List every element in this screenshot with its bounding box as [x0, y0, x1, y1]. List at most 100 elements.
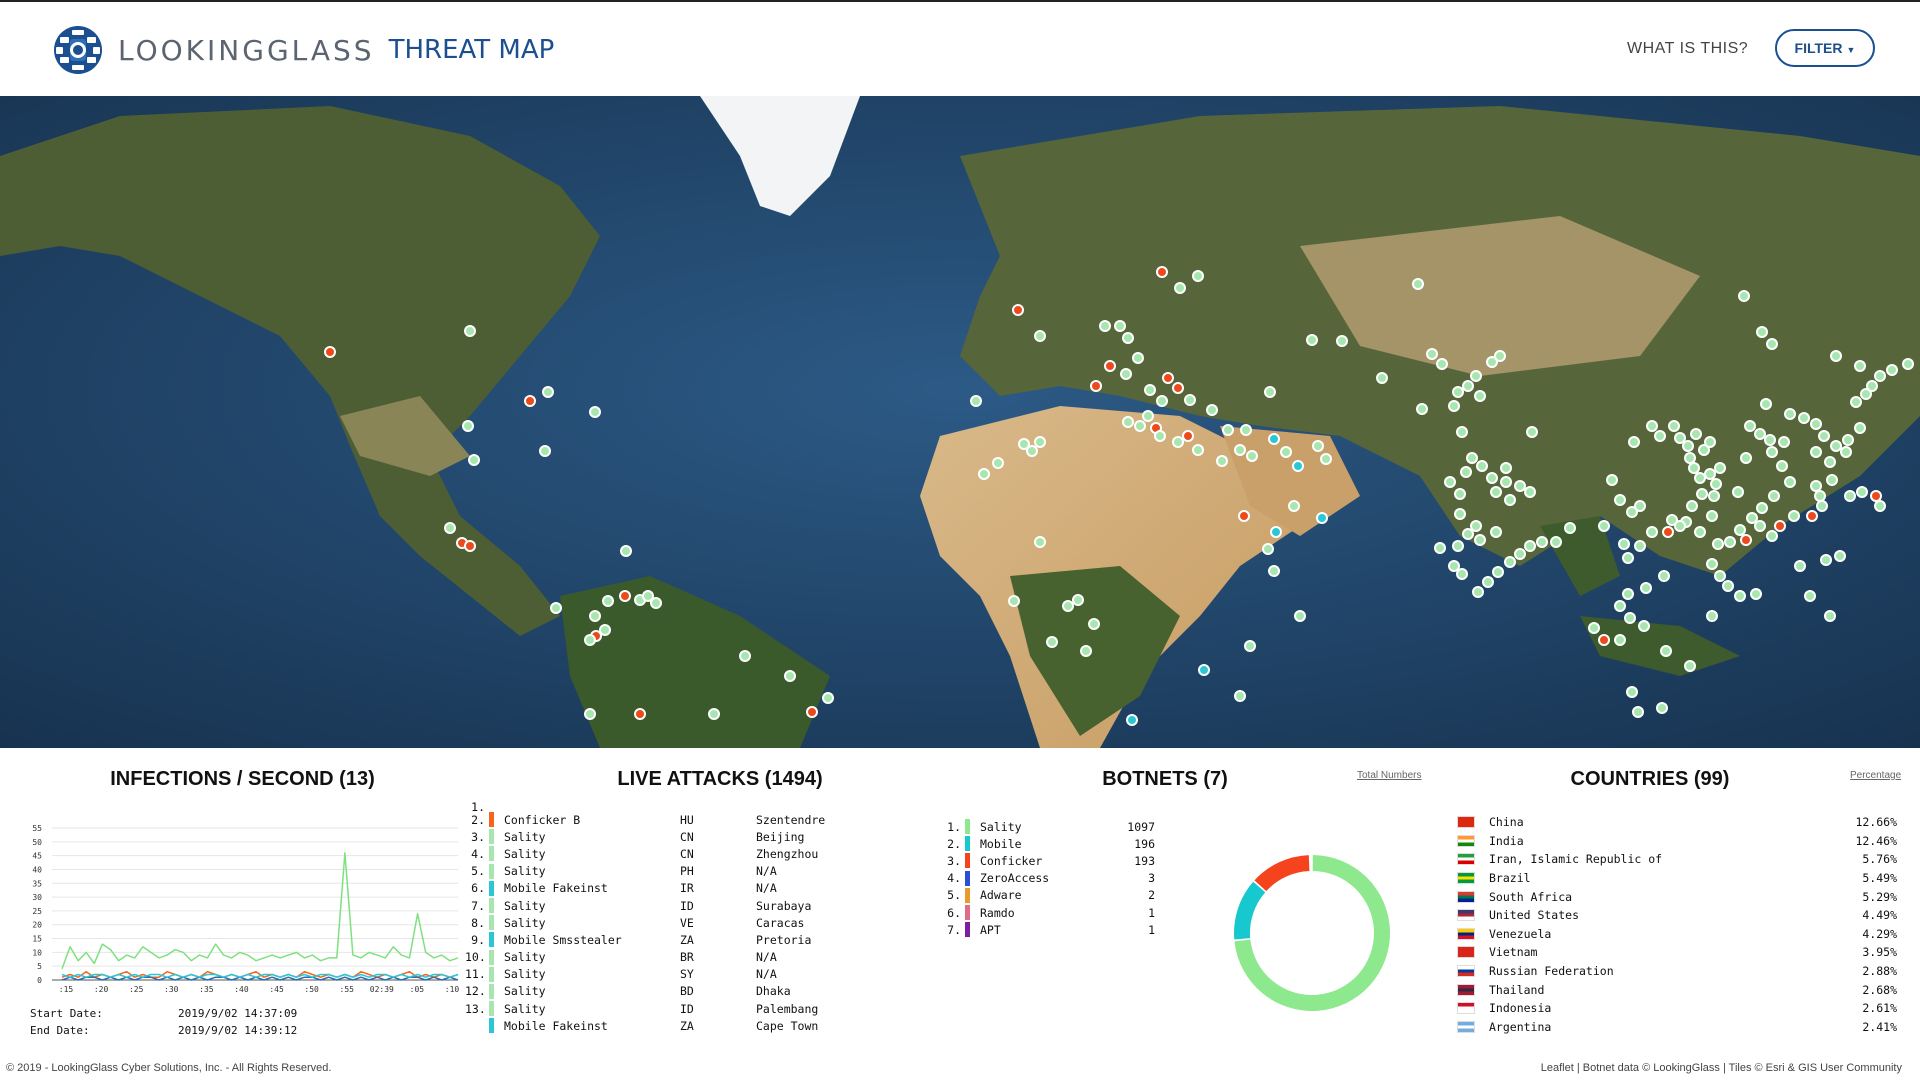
infection-dot[interactable]	[542, 386, 554, 398]
infection-dot[interactable]	[739, 650, 751, 662]
infection-dot[interactable]	[1026, 445, 1038, 457]
infection-dot[interactable]	[1614, 634, 1626, 646]
attack-row[interactable]: 2. Conficker B HU Szentendre	[465, 811, 896, 828]
infection-dot[interactable]	[1192, 444, 1204, 456]
infection-dot[interactable]	[1708, 490, 1720, 502]
infection-dot[interactable]	[324, 346, 336, 358]
infection-dot[interactable]	[1426, 348, 1438, 360]
infection-dot[interactable]	[1798, 412, 1810, 424]
infection-dot[interactable]	[1034, 436, 1046, 448]
infection-dot[interactable]	[1660, 645, 1672, 657]
infection-dot[interactable]	[619, 590, 631, 602]
percentage-link[interactable]: Percentage	[1850, 770, 1901, 781]
infection-dot[interactable]	[1448, 560, 1460, 572]
infection-dot[interactable]	[1902, 358, 1914, 370]
infection-dot[interactable]	[1104, 360, 1116, 372]
infection-dot[interactable]	[1690, 428, 1702, 440]
botnet-row[interactable]: 2. Mobile 196	[945, 835, 1155, 852]
infection-dot[interactable]	[1454, 508, 1466, 520]
infection-dot[interactable]	[1182, 430, 1194, 442]
infection-dot[interactable]	[1476, 460, 1488, 472]
infection-dot[interactable]	[1760, 398, 1772, 410]
infection-dot[interactable]	[1316, 512, 1328, 524]
infection-dot[interactable]	[1090, 380, 1102, 392]
infection-dot[interactable]	[1264, 386, 1276, 398]
infection-dot[interactable]	[1704, 468, 1716, 480]
attack-row[interactable]: 4. Sality CN Zhengzhou	[465, 845, 896, 862]
infection-dot[interactable]	[1268, 565, 1280, 577]
infection-dot[interactable]	[1704, 436, 1716, 448]
infection-dot[interactable]	[1099, 320, 1111, 332]
infection-dot[interactable]	[1706, 610, 1718, 622]
infection-dot[interactable]	[784, 670, 796, 682]
infection-dot[interactable]	[1474, 390, 1486, 402]
infection-dot[interactable]	[708, 708, 720, 720]
infection-dot[interactable]	[1312, 440, 1324, 452]
infection-dot[interactable]	[1460, 466, 1472, 478]
infection-dot[interactable]	[1870, 490, 1882, 502]
infection-dot[interactable]	[1622, 588, 1634, 600]
infection-dot[interactable]	[620, 545, 632, 557]
infection-dot[interactable]	[1376, 372, 1388, 384]
infection-dot[interactable]	[1456, 426, 1468, 438]
country-row[interactable]: United States 4.49%	[1457, 906, 1897, 925]
infection-dot[interactable]	[1268, 433, 1280, 445]
infection-dot[interactable]	[1500, 476, 1512, 488]
infection-dot[interactable]	[1292, 460, 1304, 472]
infection-dot[interactable]	[1472, 586, 1484, 598]
infection-dot[interactable]	[1826, 474, 1838, 486]
infection-dot[interactable]	[1860, 388, 1872, 400]
infection-dot[interactable]	[1436, 358, 1448, 370]
infection-dot[interactable]	[1494, 350, 1506, 362]
infection-dot[interactable]	[1820, 554, 1832, 566]
infection-dot[interactable]	[1774, 520, 1786, 532]
infection-dot[interactable]	[1886, 364, 1898, 376]
attack-row[interactable]: 12. Sality BD Dhaka	[465, 983, 896, 1000]
infection-dot[interactable]	[1198, 664, 1210, 676]
infection-dot[interactable]	[1134, 420, 1146, 432]
world-map[interactable]	[0, 96, 1920, 748]
infection-dot[interactable]	[1874, 370, 1886, 382]
infection-dot[interactable]	[1734, 590, 1746, 602]
infection-dot[interactable]	[1490, 486, 1502, 498]
infection-dot[interactable]	[1722, 580, 1734, 592]
country-row[interactable]: Venezuela 4.29%	[1457, 925, 1897, 944]
infection-dot[interactable]	[1270, 526, 1282, 538]
infection-dot[interactable]	[1844, 490, 1856, 502]
infection-dot[interactable]	[1526, 426, 1538, 438]
infection-dot[interactable]	[1514, 548, 1526, 560]
infection-dot[interactable]	[1874, 500, 1886, 512]
country-row[interactable]: Brazil 5.49%	[1457, 869, 1897, 888]
donut-slice[interactable]	[1234, 881, 1266, 940]
infection-dot[interactable]	[1766, 530, 1778, 542]
infection-dot[interactable]	[1126, 714, 1138, 726]
infection-dot[interactable]	[1628, 436, 1640, 448]
infection-dot[interactable]	[1732, 486, 1744, 498]
infection-dot[interactable]	[1684, 660, 1696, 672]
infection-dot[interactable]	[1634, 540, 1646, 552]
infection-dot[interactable]	[1462, 380, 1474, 392]
country-row[interactable]: Thailand 2.68%	[1457, 980, 1897, 999]
infection-dot[interactable]	[1714, 570, 1726, 582]
infection-dot[interactable]	[806, 706, 818, 718]
infection-dot[interactable]	[1504, 556, 1516, 568]
infection-dot[interactable]	[822, 692, 834, 704]
infection-dot[interactable]	[1624, 612, 1636, 624]
infection-dot[interactable]	[584, 634, 596, 646]
infection-dot[interactable]	[970, 395, 982, 407]
infection-dot[interactable]	[1062, 600, 1074, 612]
infection-dot[interactable]	[1810, 418, 1822, 430]
infection-dot[interactable]	[1434, 542, 1446, 554]
infection-dot[interactable]	[1754, 428, 1766, 440]
threat-map[interactable]	[0, 96, 1920, 748]
infection-dot[interactable]	[1646, 526, 1658, 538]
infection-dot[interactable]	[1714, 462, 1726, 474]
infection-dot[interactable]	[1320, 453, 1332, 465]
attack-row[interactable]: 11. Sality SY N/A	[465, 966, 896, 983]
infection-dot[interactable]	[1462, 528, 1474, 540]
logo[interactable]: LOOKINGGLASS THREAT MAP	[50, 24, 554, 76]
infection-dot[interactable]	[1854, 360, 1866, 372]
infection-dot[interactable]	[1712, 538, 1724, 550]
infection-dot[interactable]	[1154, 430, 1166, 442]
infection-dot[interactable]	[1686, 500, 1698, 512]
